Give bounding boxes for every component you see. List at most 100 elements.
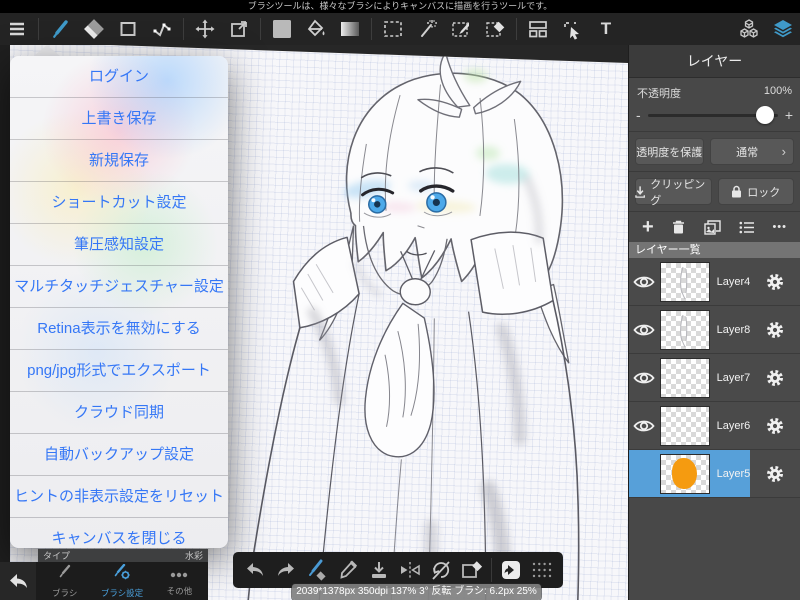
menu-item[interactable]: 新規保存 [10, 140, 228, 182]
menu-item[interactable]: 筆圧感知設定 [10, 224, 228, 266]
shape-tool-icon[interactable] [116, 17, 140, 41]
eyedropper-button[interactable] [336, 558, 360, 582]
layers-panel: レイヤー 不透明度 100% - + 透明度を保護 通常 › クリッピング ロッ… [628, 45, 800, 600]
menu-item[interactable]: ショートカット設定 [10, 182, 228, 224]
opacity-label: 不透明度 [637, 88, 681, 100]
move-tool-icon[interactable] [193, 17, 217, 41]
back-arrow-icon [10, 574, 27, 588]
panel-display-toggle[interactable] [499, 558, 523, 582]
tab-label: ブラシ設定 [100, 587, 144, 598]
menu-icon[interactable] [5, 17, 29, 41]
magic-wand-icon[interactable] [415, 17, 439, 41]
opacity-slider[interactable] [647, 105, 778, 124]
layer-settings-button[interactable] [750, 450, 800, 497]
text-tool-icon[interactable]: T [594, 17, 618, 41]
material-cubes-icon[interactable] [737, 17, 761, 41]
transform-tool-icon[interactable] [227, 17, 251, 41]
opacity-minus-button[interactable]: - [636, 107, 641, 123]
medibang-paint-app: ブラシツールは、様々なブラシによりキャンバスに描画を行うツールです。 T ログイ… [0, 0, 800, 600]
tool-hint-bar: ブラシツールは、様々なブラシによりキャンバスに描画を行うツールです。 [0, 0, 800, 13]
layer-row[interactable]: Layer8 [629, 306, 800, 354]
tab-brush-settings[interactable]: ブラシ設定 [93, 562, 150, 600]
menu-item[interactable]: クラウド同期 [10, 392, 228, 434]
protect-alpha-button[interactable]: 透明度を保護 [635, 138, 704, 165]
toolbar-divider [371, 18, 372, 40]
menu-item[interactable]: png/jpg形式でエクスポート [10, 350, 228, 392]
layer-visibility-toggle[interactable] [629, 371, 660, 385]
layer-visibility-toggle[interactable] [629, 467, 660, 481]
thumbnail-paint-blob [671, 457, 697, 489]
blend-mode-button[interactable]: 通常 › [709, 138, 794, 165]
layer-more-button[interactable]: ••• [772, 221, 787, 233]
tab-brush[interactable]: ブラシ [36, 562, 93, 600]
layer-list-header: レイヤー一覧 [629, 242, 800, 258]
undo-button[interactable] [243, 558, 267, 582]
layer-row[interactable]: Layer7 [629, 354, 800, 402]
collapse-panel-button[interactable] [0, 562, 36, 600]
chevron-right-icon: › [781, 144, 786, 159]
main-menu-popover: ログイン 上書き保存 新規保存 ショートカット設定 筆圧感知設定 マルチタッチジ… [10, 56, 228, 548]
layer-visibility-toggle[interactable] [629, 419, 660, 433]
tool-hint-text: ブラシツールは、様々なブラシによりキャンバスに描画を行うツールです。 [247, 1, 553, 11]
delete-layer-button[interactable] [671, 219, 686, 235]
layer-thumbnail [659, 453, 710, 494]
layer-row[interactable]: Layer4 [629, 258, 800, 306]
clipping-button[interactable]: クリッピング [635, 178, 712, 207]
eye-icon [633, 276, 656, 287]
layer-list-button[interactable] [739, 221, 755, 234]
select-eraser-icon[interactable] [483, 17, 507, 41]
eye-icon [633, 420, 656, 431]
menu-item[interactable]: 自動バックアップ設定 [10, 434, 228, 476]
split-view-icon[interactable] [526, 17, 550, 41]
menu-item[interactable]: ヒントの非表示設定をリセット [10, 476, 228, 518]
brush-tool-icon[interactable] [48, 17, 72, 41]
eye-icon [633, 324, 656, 335]
redo-button[interactable] [274, 558, 298, 582]
reset-rotation-button[interactable] [429, 558, 453, 582]
layer-thumbnail [659, 357, 710, 398]
layer-settings-button[interactable] [750, 354, 800, 401]
layer-settings-button[interactable] [750, 258, 800, 305]
bucket-fill-icon[interactable] [304, 17, 328, 41]
tab-others[interactable]: その他 [151, 562, 208, 600]
control-point-tool-icon[interactable] [150, 17, 174, 41]
tab-icon [57, 564, 73, 585]
menu-item[interactable]: 上書き保存 [10, 98, 228, 140]
tab-icon [113, 563, 131, 585]
color-swatch[interactable] [270, 17, 294, 41]
layer-visibility-toggle[interactable] [629, 323, 660, 337]
toolbar-divider [183, 18, 184, 40]
canvas-status-bar: 2039*1378px 350dpi 137% 3° 反転 ブラシ: 6.2px… [292, 584, 541, 600]
menu-item[interactable]: マルチタッチジェスチャー設定 [10, 266, 228, 308]
blend-mode-value: 通常 [736, 146, 759, 159]
menu-item[interactable]: Retina表示を無効にする [10, 308, 228, 350]
drag-handle-dots[interactable] [530, 558, 554, 582]
layer-thumbnail [659, 261, 710, 302]
layer-list: Layer4 Layer8 Layer7 Layer6 Layer5 [629, 258, 800, 498]
add-layer-button[interactable]: + [642, 217, 654, 237]
brush-eraser-toggle[interactable] [305, 558, 329, 582]
menu-item[interactable]: ログイン [10, 56, 228, 98]
lock-icon [732, 185, 742, 198]
lock-button[interactable]: ロック [717, 178, 794, 205]
toolbar-divider [38, 18, 39, 40]
eraser-tool-icon[interactable] [82, 17, 106, 41]
layers-panel-icon[interactable] [771, 17, 795, 41]
flip-horizontal-button[interactable] [398, 558, 422, 582]
opacity-slider-knob[interactable] [755, 105, 774, 124]
gradient-tool-icon[interactable] [338, 17, 362, 41]
layer-settings-button[interactable] [750, 402, 800, 449]
layer-row[interactable]: Layer5 [629, 450, 800, 498]
clear-layer-button[interactable] [460, 558, 484, 582]
save-button[interactable] [367, 558, 391, 582]
thumbnail-sketch [679, 266, 688, 299]
select-marquee-icon[interactable] [381, 17, 405, 41]
layer-row[interactable]: Layer6 [629, 402, 800, 450]
select-pen-icon[interactable] [449, 17, 473, 41]
duplicate-layer-button[interactable] [704, 219, 721, 235]
opacity-plus-button[interactable]: + [785, 107, 793, 123]
layer-visibility-toggle[interactable] [629, 275, 660, 289]
brush-type-row[interactable]: タイプ 水彩 [38, 549, 208, 562]
select-move-icon[interactable] [560, 17, 584, 41]
layer-settings-button[interactable] [750, 306, 800, 353]
